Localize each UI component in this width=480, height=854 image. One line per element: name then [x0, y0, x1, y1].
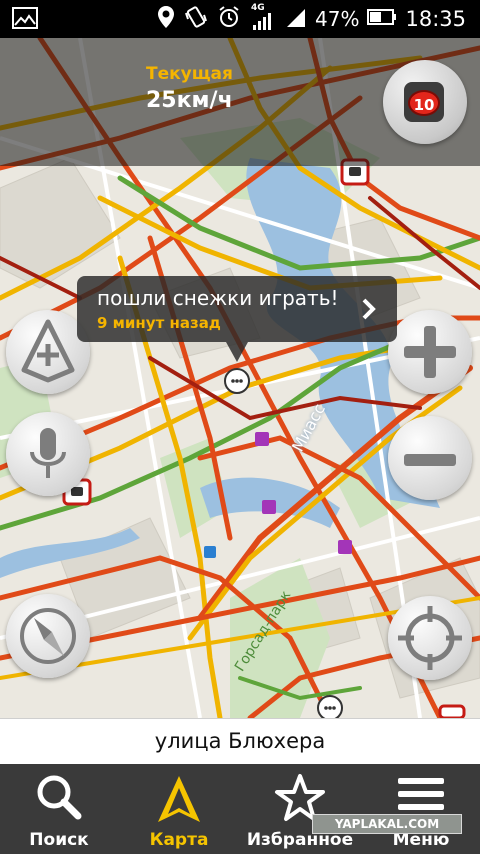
- vibrate-icon: [183, 5, 209, 33]
- tab-menu[interactable]: Меню: [362, 764, 480, 854]
- search-icon: [37, 775, 82, 820]
- traffic-light-icon: 10: [404, 82, 444, 122]
- bubble-tail: [226, 342, 248, 362]
- speed-label: Текущая: [146, 64, 233, 84]
- street-bar: улица Блюхера: [0, 718, 480, 765]
- microphone-icon: [30, 428, 66, 478]
- gallery-icon: [12, 6, 38, 34]
- chevron-right-icon: [362, 298, 376, 320]
- tab-favorites[interactable]: Избранное: [240, 764, 360, 854]
- zoom-in-button[interactable]: [388, 310, 472, 394]
- plus-icon: [404, 326, 456, 378]
- traffic-score: 10: [408, 90, 440, 116]
- alarm-icon: [217, 5, 241, 33]
- map-icon: [158, 776, 200, 822]
- traffic-button[interactable]: 10: [383, 60, 467, 144]
- signal-icon: 4G: [249, 3, 277, 31]
- voice-button[interactable]: [6, 412, 90, 496]
- minus-icon: [404, 454, 456, 466]
- status-bar: 4G 47% 18:35: [0, 0, 480, 38]
- cell-signal-icon: [285, 5, 307, 33]
- comment-bubble[interactable]: пошли снежки играть! 9 минут назад: [77, 276, 397, 342]
- street-name: улица Блюхера: [154, 729, 326, 753]
- tab-map-label: Карта: [149, 830, 209, 850]
- crosshair-icon: [398, 606, 462, 670]
- zoom-out-button[interactable]: [388, 416, 472, 500]
- battery-percent: 47%: [315, 7, 360, 31]
- comment-time: 9 минут назад: [97, 314, 221, 332]
- speed-value: 25км/ч: [146, 88, 233, 113]
- compass-button[interactable]: [6, 594, 90, 678]
- tab-map[interactable]: Карта: [120, 764, 238, 854]
- my-location-button[interactable]: [388, 596, 472, 680]
- tab-search[interactable]: Поиск: [0, 764, 118, 854]
- comment-text: пошли снежки играть!: [97, 286, 339, 310]
- compass-icon: [20, 608, 76, 664]
- watermark: YAPLAKAL.COM: [312, 814, 462, 834]
- tab-search-label: Поиск: [29, 830, 89, 850]
- location-icon: [157, 5, 175, 33]
- battery-icon: [367, 8, 397, 30]
- menu-icon: [398, 778, 444, 810]
- clock: 18:35: [405, 7, 466, 31]
- bottom-navigation: Поиск Карта Избранное Меню: [0, 764, 480, 854]
